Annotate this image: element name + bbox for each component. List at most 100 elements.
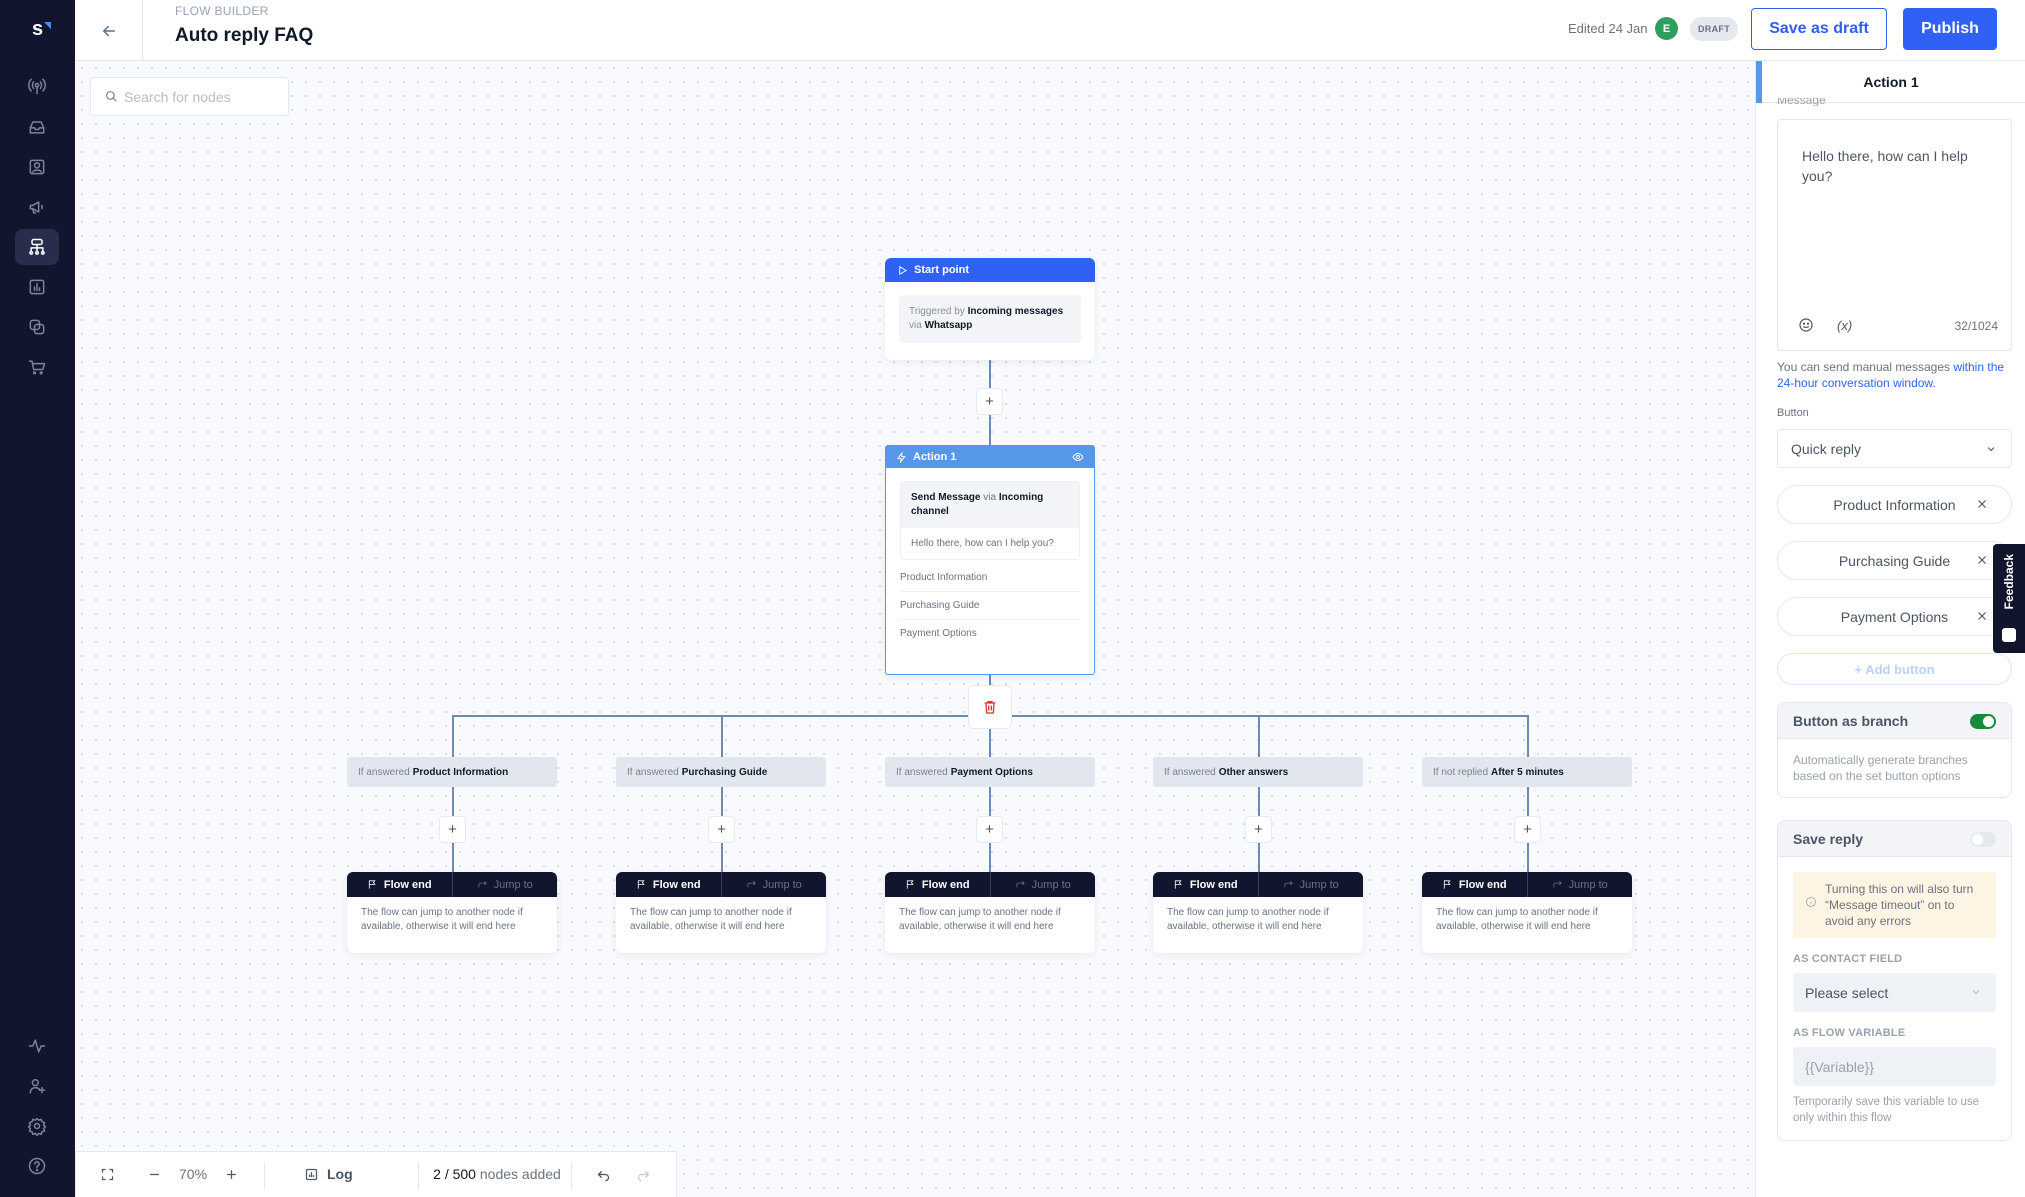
quick-reply-button[interactable]: Purchasing Guide — [1777, 541, 2012, 580]
button-as-branch-card: Button as branch Automatically generate … — [1777, 702, 2012, 798]
close-icon[interactable] — [1975, 553, 1989, 567]
log-button[interactable]: Log — [304, 1166, 353, 1182]
flow-end-node[interactable]: Flow end Jump to The flow can jump to an… — [347, 872, 557, 953]
close-icon[interactable] — [1975, 497, 1989, 511]
button-as-branch-toggle[interactable] — [1970, 714, 1996, 729]
sidebar-item-reports[interactable] — [15, 269, 59, 305]
quick-reply-button[interactable]: Product Information — [1777, 485, 2012, 524]
flow-end-tab[interactable]: Flow end — [1153, 872, 1258, 897]
contacts-icon — [29, 159, 45, 175]
save-as-draft-button[interactable]: Save as draft — [1751, 8, 1887, 50]
add-node-button[interactable]: + — [1245, 816, 1272, 843]
sidebar-item-help[interactable] — [15, 1148, 59, 1184]
jump-to-label: Jump to — [1299, 878, 1339, 891]
sidebar-item-inbox[interactable] — [15, 109, 59, 145]
action-message-text: Hello there, how can I help you? — [901, 528, 1079, 559]
insert-variable-button[interactable]: (x) — [1837, 318, 1852, 333]
zoom-out-button[interactable] — [147, 1167, 162, 1182]
jump-to-tab[interactable]: Jump to — [451, 872, 558, 897]
sidebar-item-settings[interactable] — [15, 1108, 59, 1144]
trigger-prefix: Triggered by — [909, 306, 965, 317]
button-type-select[interactable]: Quick reply — [1777, 429, 2012, 468]
feedback-tab[interactable]: Feedback — [1993, 544, 2025, 653]
branch-condition[interactable]: If answered Other answers — [1153, 757, 1363, 787]
close-icon[interactable] — [1975, 609, 1989, 623]
action-node[interactable]: Action 1 Send Message via Incoming chann… — [885, 445, 1095, 675]
jump-to-tab[interactable]: Jump to — [1526, 872, 1633, 897]
flow-end-node[interactable]: Flow end Jump to The flow can jump to an… — [1153, 872, 1363, 953]
activity-icon — [28, 1039, 46, 1053]
integrations-icon — [29, 319, 45, 335]
quick-reply-label[interactable]: Payment Options — [1841, 609, 1948, 625]
eye-icon[interactable] — [1072, 451, 1084, 463]
branch-condition[interactable]: If answered Payment Options — [885, 757, 1095, 787]
flow-end-node[interactable]: Flow end Jump to The flow can jump to an… — [1422, 872, 1632, 953]
jump-to-tab[interactable]: Jump to — [1257, 872, 1364, 897]
branch-value: Product Information — [412, 766, 509, 778]
jump-to-label: Jump to — [1031, 878, 1071, 891]
undo-button[interactable] — [596, 1167, 611, 1182]
button-as-branch-title: Button as branch — [1793, 712, 1909, 729]
app-logo[interactable]: s — [0, 18, 75, 41]
branch-prefix: If answered — [358, 766, 410, 778]
flow-variable-input[interactable]: {{Variable}} — [1793, 1047, 1996, 1086]
sidebar-item-flow-builder[interactable] — [15, 229, 59, 265]
plus-icon: + — [1254, 821, 1263, 838]
start-node[interactable]: Start point Triggered by Incoming messag… — [885, 258, 1095, 360]
undo-icon — [597, 1170, 610, 1182]
sidebar-item-campaigns[interactable] — [15, 189, 59, 225]
delete-node-button[interactable] — [968, 685, 1012, 729]
message-textarea[interactable]: Hello there, how can I help you? (x) 32/… — [1777, 119, 2012, 351]
emoji-icon[interactable] — [1798, 317, 1814, 333]
sidebar-item-invite[interactable] — [15, 1068, 59, 1104]
redirect-icon — [747, 880, 756, 888]
add-node-button[interactable]: + — [439, 816, 466, 843]
branch-condition[interactable]: If not replied After 5 minutes — [1422, 757, 1632, 787]
zoom-in-button[interactable] — [224, 1167, 239, 1182]
jump-to-tab[interactable]: Jump to — [720, 872, 827, 897]
flow-end-tab[interactable]: Flow end — [347, 872, 452, 897]
add-node-button[interactable]: + — [708, 816, 735, 843]
flow-end-tab[interactable]: Flow end — [885, 872, 990, 897]
sidebar-item-activity[interactable] — [15, 1028, 59, 1064]
action-message-box: Send Message via Incoming channel Hello … — [900, 481, 1080, 560]
trash-icon — [984, 701, 996, 714]
quick-reply-button[interactable]: Payment Options — [1777, 597, 2012, 636]
add-user-icon — [29, 1079, 46, 1094]
message-text[interactable]: Hello there, how can I help you? — [1802, 146, 1982, 186]
add-node-button[interactable]: + — [1514, 816, 1541, 843]
node-search[interactable] — [90, 77, 289, 116]
flow-canvas[interactable]: Start point Triggered by Incoming messag… — [75, 61, 1755, 1197]
quick-reply-label[interactable]: Purchasing Guide — [1839, 553, 1950, 569]
sidebar-item-integrations[interactable] — [15, 309, 59, 345]
publish-button[interactable]: Publish — [1903, 8, 1997, 50]
flow-end-node[interactable]: Flow end Jump to The flow can jump to an… — [885, 872, 1095, 953]
sidebar-item-contacts[interactable] — [15, 149, 59, 185]
add-node-button[interactable]: + — [976, 388, 1003, 415]
contact-field-select[interactable]: Please select — [1793, 973, 1996, 1012]
redo-icon — [637, 1170, 650, 1182]
flow-end-tab[interactable]: Flow end — [1422, 872, 1527, 897]
flow-end-tab[interactable]: Flow end — [616, 872, 721, 897]
branch-condition[interactable]: If answered Purchasing Guide — [616, 757, 826, 787]
redirect-icon — [1016, 880, 1025, 888]
avatar[interactable]: E — [1655, 17, 1678, 40]
start-node-header: Start point — [885, 258, 1095, 282]
fit-view-button[interactable] — [100, 1167, 115, 1182]
search-input[interactable] — [124, 88, 284, 105]
jump-to-tab[interactable]: Jump to — [989, 872, 1096, 897]
sidebar-item-broadcast[interactable] — [15, 68, 59, 104]
sidebar-item-commerce[interactable] — [15, 349, 59, 385]
flow-end-node[interactable]: Flow end Jump to The flow can jump to an… — [616, 872, 826, 953]
feedback-label: Feedback — [2002, 554, 2016, 610]
add-node-button[interactable]: + — [976, 816, 1003, 843]
branch-condition[interactable]: If answered Product Information — [347, 757, 557, 787]
arrow-left-icon — [102, 25, 115, 36]
add-button-button[interactable]: + Add button — [1777, 653, 2012, 685]
back-button[interactable] — [75, 0, 143, 61]
redo-button[interactable] — [636, 1167, 651, 1182]
quick-reply-label[interactable]: Product Information — [1833, 497, 1955, 513]
save-reply-toggle[interactable] — [1970, 832, 1996, 847]
chevron-down-icon — [1972, 990, 1980, 995]
broadcast-icon — [28, 78, 46, 95]
